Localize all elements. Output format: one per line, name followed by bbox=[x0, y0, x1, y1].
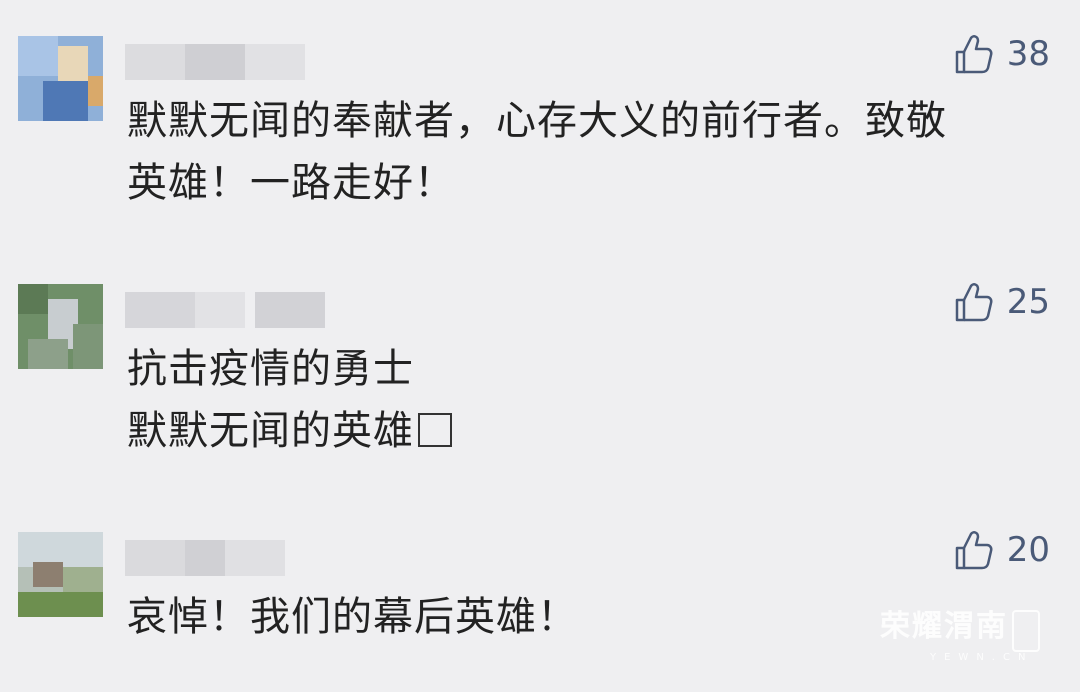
like-count: 38 bbox=[1006, 34, 1050, 74]
comment-text-line: 默默无闻的奉献者，心存大义的前行者。致敬 bbox=[127, 98, 947, 144]
avatar[interactable] bbox=[18, 532, 103, 617]
comment-text-line: 英雄！一路走好！ bbox=[127, 160, 455, 206]
missing-glyph-box bbox=[418, 413, 452, 447]
comment-text-line: 默默无闻的英雄 bbox=[127, 400, 1057, 462]
username-blurred[interactable] bbox=[125, 44, 325, 80]
avatar[interactable] bbox=[18, 284, 103, 369]
like-button[interactable]: 20 bbox=[951, 528, 1050, 572]
comment-text-line: 抗击疫情的勇士 bbox=[127, 346, 414, 392]
watermark-title: 荣耀渭南 bbox=[880, 608, 1008, 644]
like-count: 25 bbox=[1006, 282, 1050, 322]
watermark: 荣耀渭南 YEWN.CN bbox=[880, 608, 1040, 665]
comment-text-fragment: 默默无闻的英雄 bbox=[127, 408, 414, 454]
username-blurred[interactable] bbox=[125, 292, 325, 328]
like-count: 20 bbox=[1006, 530, 1050, 570]
phone-icon bbox=[1012, 610, 1040, 652]
watermark-domain: YEWN.CN bbox=[930, 652, 1034, 663]
comment-text: 默默无闻的奉献者，心存大义的前行者。致敬 英雄！一路走好！ bbox=[127, 90, 1057, 214]
thumbs-up-icon bbox=[955, 35, 993, 74]
like-button[interactable]: 38 bbox=[951, 32, 1050, 76]
thumbs-up-icon bbox=[955, 531, 993, 570]
like-button[interactable]: 25 bbox=[951, 280, 1050, 324]
username-blurred[interactable] bbox=[125, 540, 325, 576]
avatar[interactable] bbox=[18, 36, 103, 121]
comment-text: 抗击疫情的勇士 默默无闻的英雄 bbox=[127, 338, 1057, 462]
thumbs-up-icon bbox=[955, 283, 993, 322]
